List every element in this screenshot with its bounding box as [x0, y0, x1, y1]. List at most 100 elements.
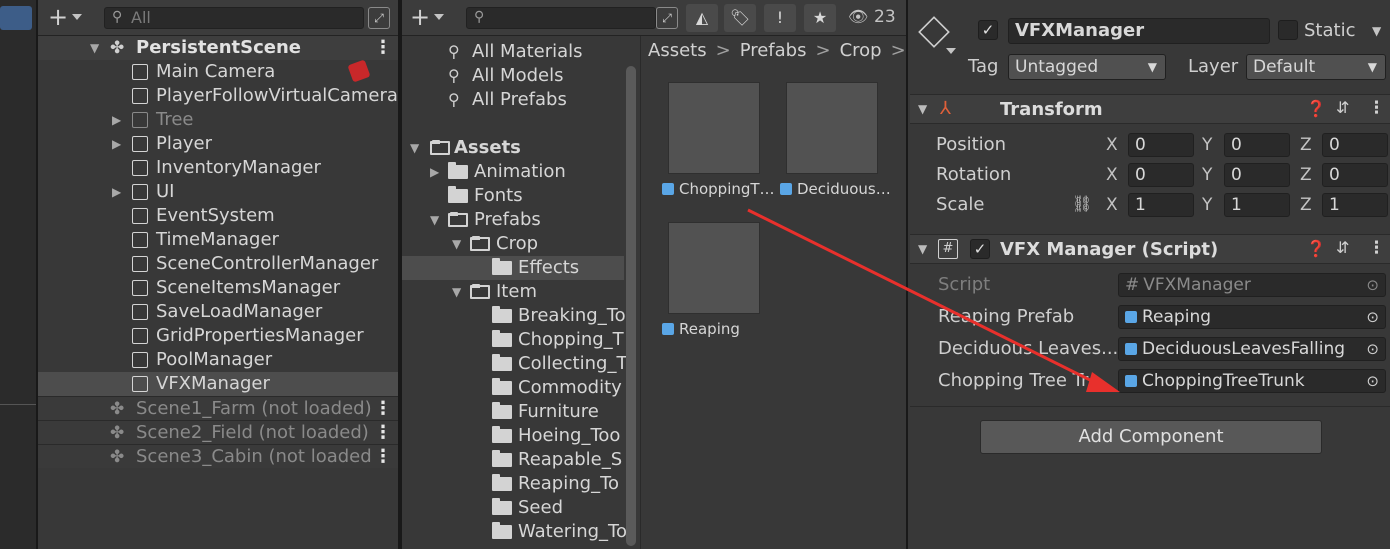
chevron-right-icon[interactable]: ▶: [112, 108, 121, 132]
folder-item[interactable]: Effects: [402, 256, 624, 280]
favorite-star-icon[interactable]: ★: [804, 4, 836, 32]
transform-x-field[interactable]: 0: [1128, 163, 1194, 187]
kebab-menu-icon[interactable]: ⋮: [374, 397, 392, 421]
add-component-button[interactable]: Add Component: [980, 420, 1322, 454]
object-picker-icon[interactable]: ⊙: [1366, 370, 1379, 392]
layer-dropdown[interactable]: Default ▼: [1246, 54, 1386, 80]
chevron-down-icon[interactable]: ▼: [452, 280, 461, 304]
tree-scrollbar[interactable]: [626, 66, 636, 546]
chevron-down-icon[interactable]: ▼: [918, 242, 927, 256]
create-asset-button[interactable]: +: [410, 5, 430, 29]
object-reference-field[interactable]: Reaping ⊙: [1118, 305, 1386, 329]
object-reference-field[interactable]: DeciduousLeavesFalling ⊙: [1118, 337, 1386, 361]
breadcrumb-item[interactable]: Prefabs: [740, 40, 807, 61]
hierarchy-item[interactable]: SceneControllerManager: [38, 252, 398, 276]
hierarchy-item[interactable]: EventSystem: [38, 204, 398, 228]
static-chevron-icon[interactable]: ▼: [1372, 24, 1381, 38]
folder-item[interactable]: Seed: [402, 496, 624, 520]
prefab-asset[interactable]: Deciduous…: [780, 82, 896, 212]
chevron-down-icon[interactable]: ▼: [430, 208, 439, 232]
help-icon[interactable]: ❓: [1306, 99, 1326, 118]
folder-item[interactable]: Breaking_To: [402, 304, 626, 328]
transform-x-field[interactable]: 1: [1128, 193, 1194, 217]
kebab-menu-icon[interactable]: ⋮: [1368, 98, 1385, 118]
transform-z-field[interactable]: 0: [1322, 133, 1388, 157]
folder-item[interactable]: Collecting_T: [402, 352, 627, 376]
folder-item[interactable]: Commodity: [402, 376, 624, 400]
folder-item[interactable]: ▼ Prefabs: [402, 208, 624, 232]
folder-item[interactable]: Chopping_T: [402, 328, 624, 352]
kebab-menu-icon[interactable]: ⋮: [374, 36, 392, 60]
assets-root[interactable]: ▼ Assets: [402, 136, 624, 160]
folder-item[interactable]: Reaping_To: [402, 472, 624, 496]
hierarchy-item[interactable]: Main Camera: [38, 59, 398, 84]
project-search-input[interactable]: ⚲: [466, 7, 656, 29]
prefab-asset[interactable]: Reaping: [662, 222, 778, 352]
favorite-item[interactable]: ⚲ All Materials: [402, 40, 624, 64]
transform-header[interactable]: ▼ ⅄ Transform ❓ ⇵ ⋮: [910, 94, 1390, 124]
object-picker-icon[interactable]: ⊙: [1366, 274, 1379, 296]
transform-y-field[interactable]: 0: [1224, 133, 1290, 157]
hierarchy-item[interactable]: PoolManager: [38, 348, 398, 372]
hierarchy-item[interactable]: PlayerFollowVirtualCamera: [38, 84, 398, 108]
prefab-asset[interactable]: ChoppingT…: [662, 82, 778, 212]
chevron-down-icon[interactable]: ▼: [90, 36, 99, 60]
maximize-icon[interactable]: ⤢: [656, 7, 678, 29]
transform-z-field[interactable]: 0: [1322, 163, 1388, 187]
chevron-down-icon[interactable]: ▼: [452, 232, 461, 256]
object-reference-field[interactable]: ChoppingTreeTrunk ⊙: [1118, 369, 1386, 393]
script-component-header[interactable]: ▼ # ✓ VFX Manager (Script) ❓ ⇵ ⋮: [910, 234, 1390, 264]
object-picker-icon[interactable]: ⊙: [1366, 306, 1379, 328]
filter-by-type-icon[interactable]: ◭: [686, 4, 718, 32]
folder-item[interactable]: Furniture: [402, 400, 624, 424]
transform-z-field[interactable]: 1: [1322, 193, 1388, 217]
kebab-menu-icon[interactable]: ⋮: [374, 421, 392, 445]
scene-toggle-button[interactable]: [0, 6, 32, 30]
object-reference-field[interactable]: # VFXManager ⊙: [1118, 273, 1386, 297]
hierarchy-item[interactable]: SceneItemsManager: [38, 276, 398, 300]
unloaded-scene-row[interactable]: ✤ Scene2_Field (not loaded) ⋮: [38, 420, 398, 444]
filter-by-label-icon[interactable]: 🏷: [724, 4, 756, 32]
hierarchy-item[interactable]: TimeManager: [38, 228, 398, 252]
scene-row[interactable]: ▼ ✤ PersistentScene ⋮: [38, 36, 398, 60]
chevron-down-icon[interactable]: [434, 14, 444, 20]
breadcrumb-item[interactable]: Crop: [840, 40, 882, 61]
folder-item[interactable]: Watering_To: [402, 520, 627, 544]
hierarchy-item[interactable]: InventoryManager: [38, 156, 398, 180]
scale-link-icon[interactable]: ⛓: [1072, 194, 1092, 213]
folder-item[interactable]: ▼ Item: [402, 280, 624, 304]
unloaded-scene-row[interactable]: ✤ Scene3_Cabin (not loaded ⋮: [38, 444, 398, 468]
object-name-field[interactable]: VFXManager: [1008, 18, 1270, 44]
chevron-right-icon[interactable]: ▶: [112, 180, 121, 204]
hierarchy-item[interactable]: ▶ UI: [38, 180, 398, 204]
console-error-icon[interactable]: !: [764, 4, 796, 32]
chevron-down-icon[interactable]: ▼: [410, 136, 419, 160]
hidden-count-eye-icon[interactable]: 👁: [848, 7, 868, 26]
chevron-down-icon[interactable]: [946, 48, 956, 54]
preset-icon[interactable]: ⇵: [1336, 98, 1349, 117]
breadcrumb-item[interactable]: Assets: [648, 40, 707, 61]
folder-item[interactable]: ▶ Animation: [402, 160, 624, 184]
object-picker-icon[interactable]: ⊙: [1366, 338, 1379, 360]
maximize-icon[interactable]: ⤢: [368, 7, 390, 29]
folder-item[interactable]: Fonts: [402, 184, 624, 208]
chevron-right-icon[interactable]: ▶: [430, 160, 439, 184]
hierarchy-item[interactable]: SaveLoadManager: [38, 300, 398, 324]
static-checkbox[interactable]: [1278, 20, 1298, 40]
active-checkbox[interactable]: ✓: [978, 20, 998, 40]
folder-item[interactable]: Reapable_S: [402, 448, 624, 472]
favorite-item[interactable]: ⚲ All Models: [402, 64, 624, 88]
tag-dropdown[interactable]: Untagged ▼: [1008, 54, 1166, 80]
favorite-item[interactable]: ⚲ All Prefabs: [402, 88, 624, 112]
hierarchy-item[interactable]: VFXManager: [38, 372, 398, 396]
chevron-down-icon[interactable]: ▼: [918, 102, 927, 116]
hierarchy-search-input[interactable]: ⚲ All: [104, 7, 364, 29]
folder-item[interactable]: ▼ Crop: [402, 232, 624, 256]
kebab-menu-icon[interactable]: ⋮: [374, 445, 392, 469]
unloaded-scene-row[interactable]: ✤ Scene1_Farm (not loaded) ⋮: [38, 396, 398, 420]
help-icon[interactable]: ❓: [1306, 239, 1326, 258]
hierarchy-item[interactable]: ▶ Player: [38, 132, 398, 156]
chevron-down-icon[interactable]: [72, 14, 82, 20]
component-enabled-checkbox[interactable]: ✓: [970, 239, 990, 259]
hierarchy-item[interactable]: GridPropertiesManager: [38, 324, 398, 348]
